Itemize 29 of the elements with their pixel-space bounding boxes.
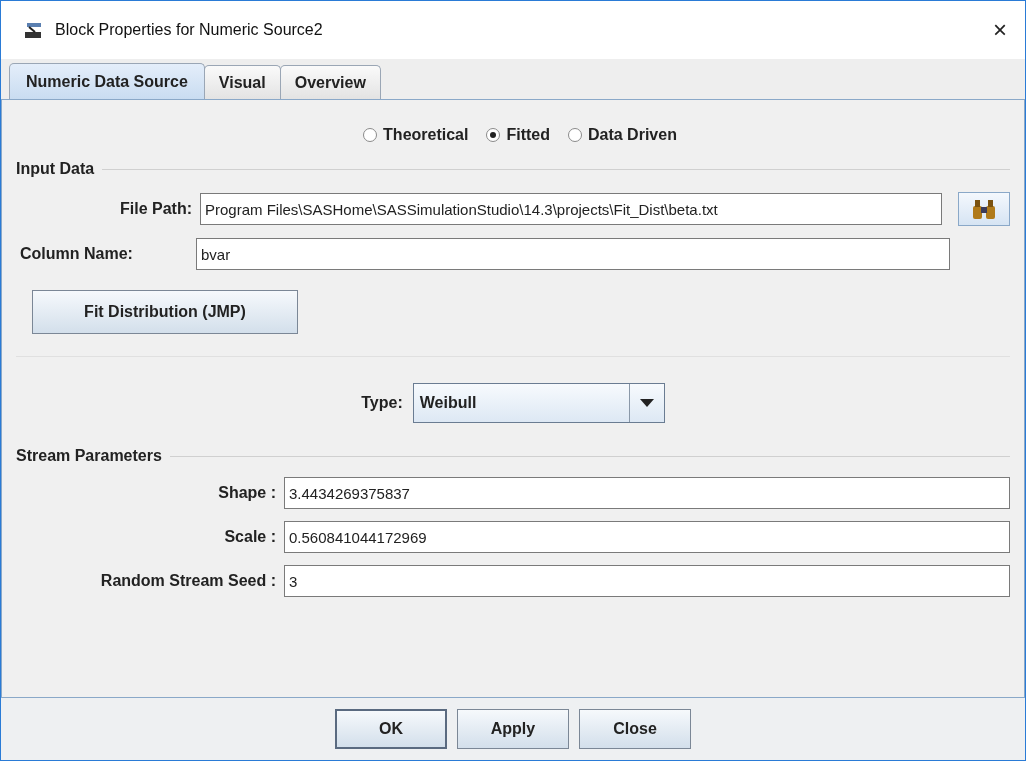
tab[interactable]: Numeric Data Source	[9, 63, 205, 99]
field-label: Shape :	[217, 484, 276, 502]
column-name-field[interactable]: bvar	[196, 238, 950, 270]
tab[interactable]: Visual	[203, 65, 281, 99]
tab[interactable]: Overview	[279, 65, 381, 99]
file-path-field[interactable]: Program Files\SASHome\SASSimulationStudio\14.3\projects\Fit_Dist\beta.txt	[200, 193, 942, 225]
group-title: Stream Parameters	[16, 447, 162, 465]
group-title: Input Data	[16, 160, 95, 178]
dialog-button[interactable]: OK	[335, 709, 447, 749]
parameter-field[interactable]: 0.560841044172969	[284, 521, 1010, 553]
field-label: Scale :	[223, 528, 276, 546]
field-label: Random Stream Seed :	[99, 572, 276, 590]
binoculars-icon	[971, 198, 997, 220]
field-label: Type:	[361, 394, 403, 412]
radio-option[interactable]: Theoretical	[363, 126, 469, 144]
type-dropdown[interactable]: Weibull	[412, 383, 665, 423]
parameter-field[interactable]: 3.4434269375837	[284, 477, 1010, 509]
caret-icon	[639, 399, 654, 407]
radio-option[interactable]: Fitted	[486, 126, 550, 144]
dialog-button[interactable]: Apply	[457, 709, 569, 749]
radio-option[interactable]: Data Driven	[568, 126, 677, 144]
close-button[interactable]: ×	[989, 16, 1011, 44]
field-label: File Path:	[119, 200, 192, 218]
browse-button[interactable]	[958, 192, 1010, 226]
window-title: Block Properties for Numeric Source2	[55, 21, 324, 39]
fit-distribution-button[interactable]: Fit Distribution (JMP)	[32, 290, 298, 334]
field-label: Column Name:	[19, 245, 134, 263]
parameter-field[interactable]: 3	[284, 565, 1010, 597]
dialog-button[interactable]: Close	[579, 709, 691, 749]
